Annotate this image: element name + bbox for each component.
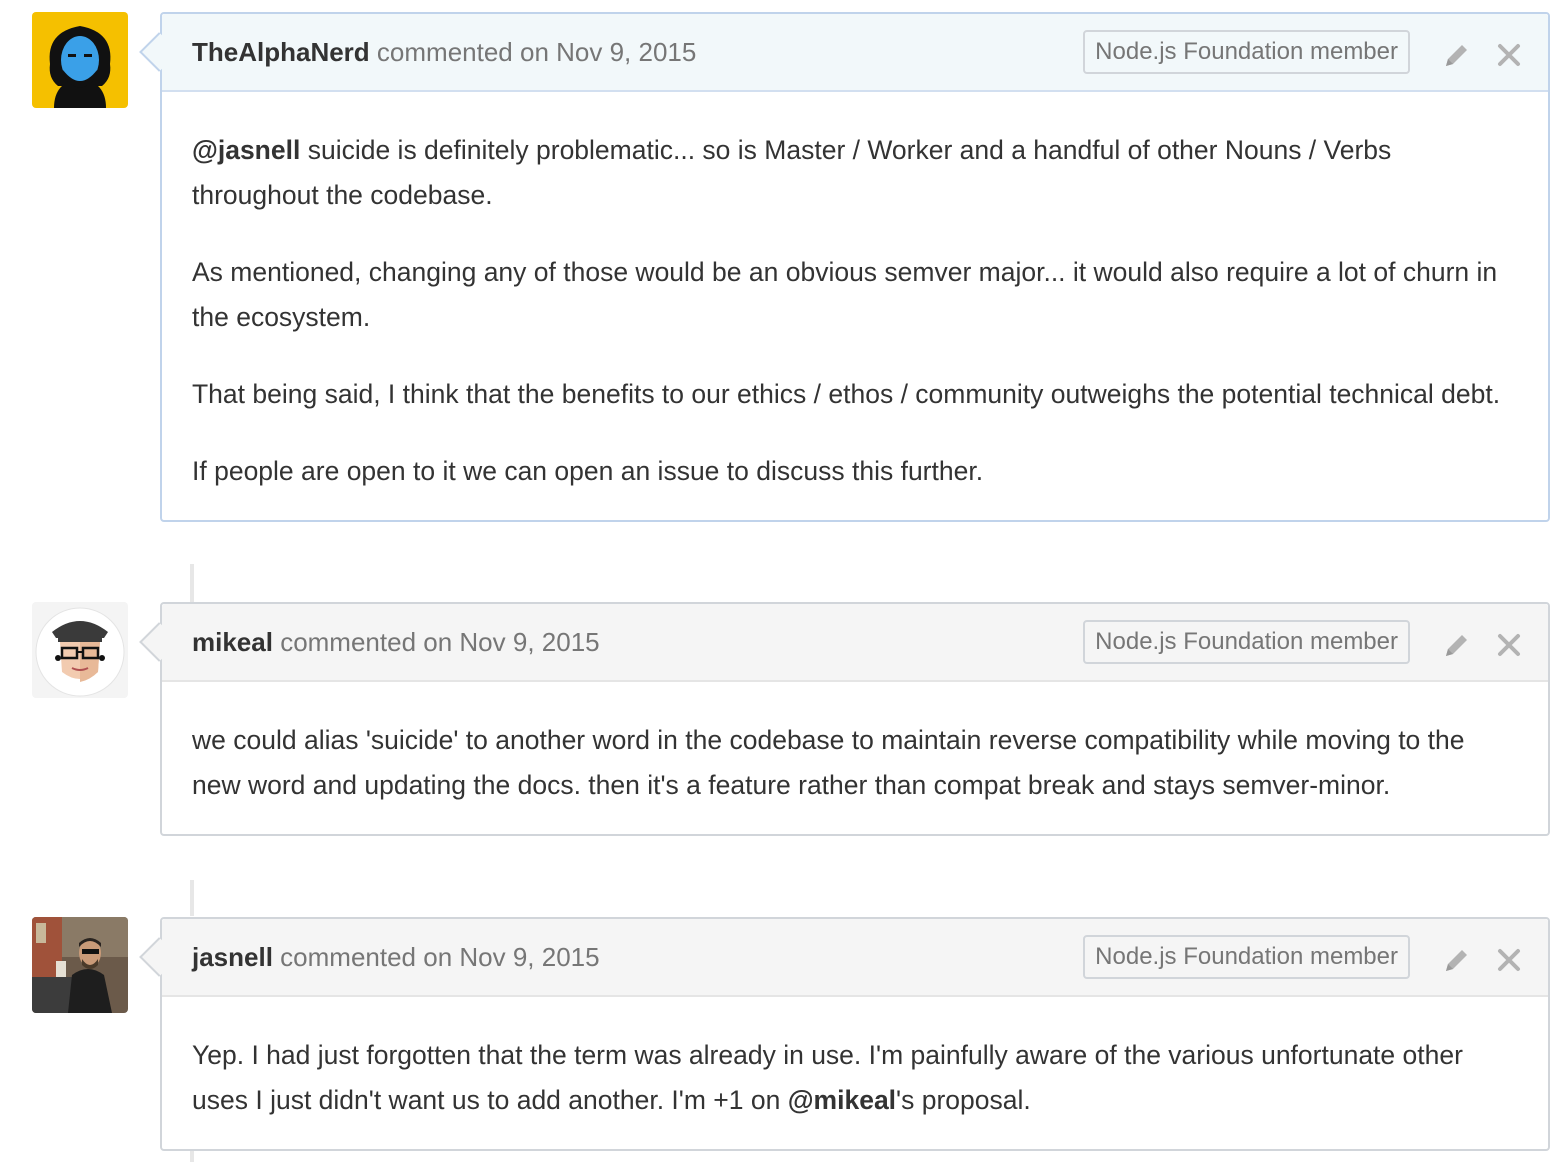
comment-action: commented on	[280, 627, 453, 657]
comment-timestamp[interactable]: Nov 9, 2015	[556, 37, 696, 67]
comment-meta: mikeal commented on Nov 9, 2015	[192, 626, 600, 658]
comment-caret	[139, 622, 179, 662]
avatar[interactable]	[32, 12, 128, 108]
author-link[interactable]: jasnell	[192, 942, 273, 972]
comment-paragraph: @jasnell suicide is definitely problemat…	[192, 128, 1518, 218]
comment-caret	[139, 937, 179, 977]
comment-meta: TheAlphaNerd commented on Nov 9, 2015	[192, 36, 696, 68]
avatar[interactable]	[32, 602, 128, 698]
timeline-connector	[190, 564, 194, 602]
comment-paragraph: Yep. I had just forgotten that the term …	[192, 1033, 1518, 1123]
comment-body: we could alias 'suicide' to another word…	[162, 682, 1548, 834]
comment-paragraph: If people are open to it we can open an …	[192, 456, 984, 486]
pencil-icon[interactable]	[1442, 945, 1472, 975]
discussion-timeline: TheAlphaNerd commented on Nov 9, 2015 No…	[0, 0, 1566, 1162]
author-link[interactable]: TheAlphaNerd	[192, 37, 370, 67]
comment-caret	[139, 32, 179, 72]
comment-timestamp[interactable]: Nov 9, 2015	[459, 942, 599, 972]
member-badge: Node.js Foundation member	[1083, 620, 1410, 664]
comment-body: Yep. I had just forgotten that the term …	[162, 997, 1548, 1149]
timeline-connector	[190, 880, 194, 916]
comment-paragraph: we could alias 'suicide' to another word…	[192, 725, 1465, 800]
pencil-icon[interactable]	[1442, 40, 1472, 70]
comment-box: jasnell commented on Nov 9, 2015 Node.js…	[139, 917, 1550, 1151]
comment-timestamp[interactable]: Nov 9, 2015	[459, 627, 599, 657]
close-icon[interactable]	[1494, 40, 1524, 70]
pencil-icon[interactable]	[1442, 630, 1472, 660]
close-icon[interactable]	[1494, 945, 1524, 975]
comment-action: commented on	[376, 37, 549, 67]
comment-header: jasnell commented on Nov 9, 2015 Node.js…	[139, 919, 1548, 997]
user-mention[interactable]: @jasnell	[192, 135, 300, 165]
comment-paragraph: As mentioned, changing any of those woul…	[192, 257, 1498, 332]
comment-paragraph: That being said, I think that the benefi…	[192, 379, 1501, 409]
close-icon[interactable]	[1494, 630, 1524, 660]
comment-header: mikeal commented on Nov 9, 2015 Node.js …	[139, 604, 1548, 682]
comment-action: commented on	[280, 942, 453, 972]
comment-meta: jasnell commented on Nov 9, 2015	[192, 941, 600, 973]
paragraph-text: 's proposal.	[896, 1085, 1031, 1115]
avatar[interactable]	[32, 917, 128, 1013]
comment-box: TheAlphaNerd commented on Nov 9, 2015 No…	[139, 12, 1550, 522]
user-mention[interactable]: @mikeal	[788, 1085, 896, 1115]
paragraph-text: suicide is definitely problematic... so …	[192, 135, 1392, 210]
author-link[interactable]: mikeal	[192, 627, 273, 657]
comment-box: mikeal commented on Nov 9, 2015 Node.js …	[139, 602, 1550, 836]
member-badge: Node.js Foundation member	[1083, 935, 1410, 979]
comment-header: TheAlphaNerd commented on Nov 9, 2015 No…	[139, 14, 1548, 92]
comment-body: @jasnell suicide is definitely problemat…	[162, 92, 1548, 520]
member-badge: Node.js Foundation member	[1083, 30, 1410, 74]
